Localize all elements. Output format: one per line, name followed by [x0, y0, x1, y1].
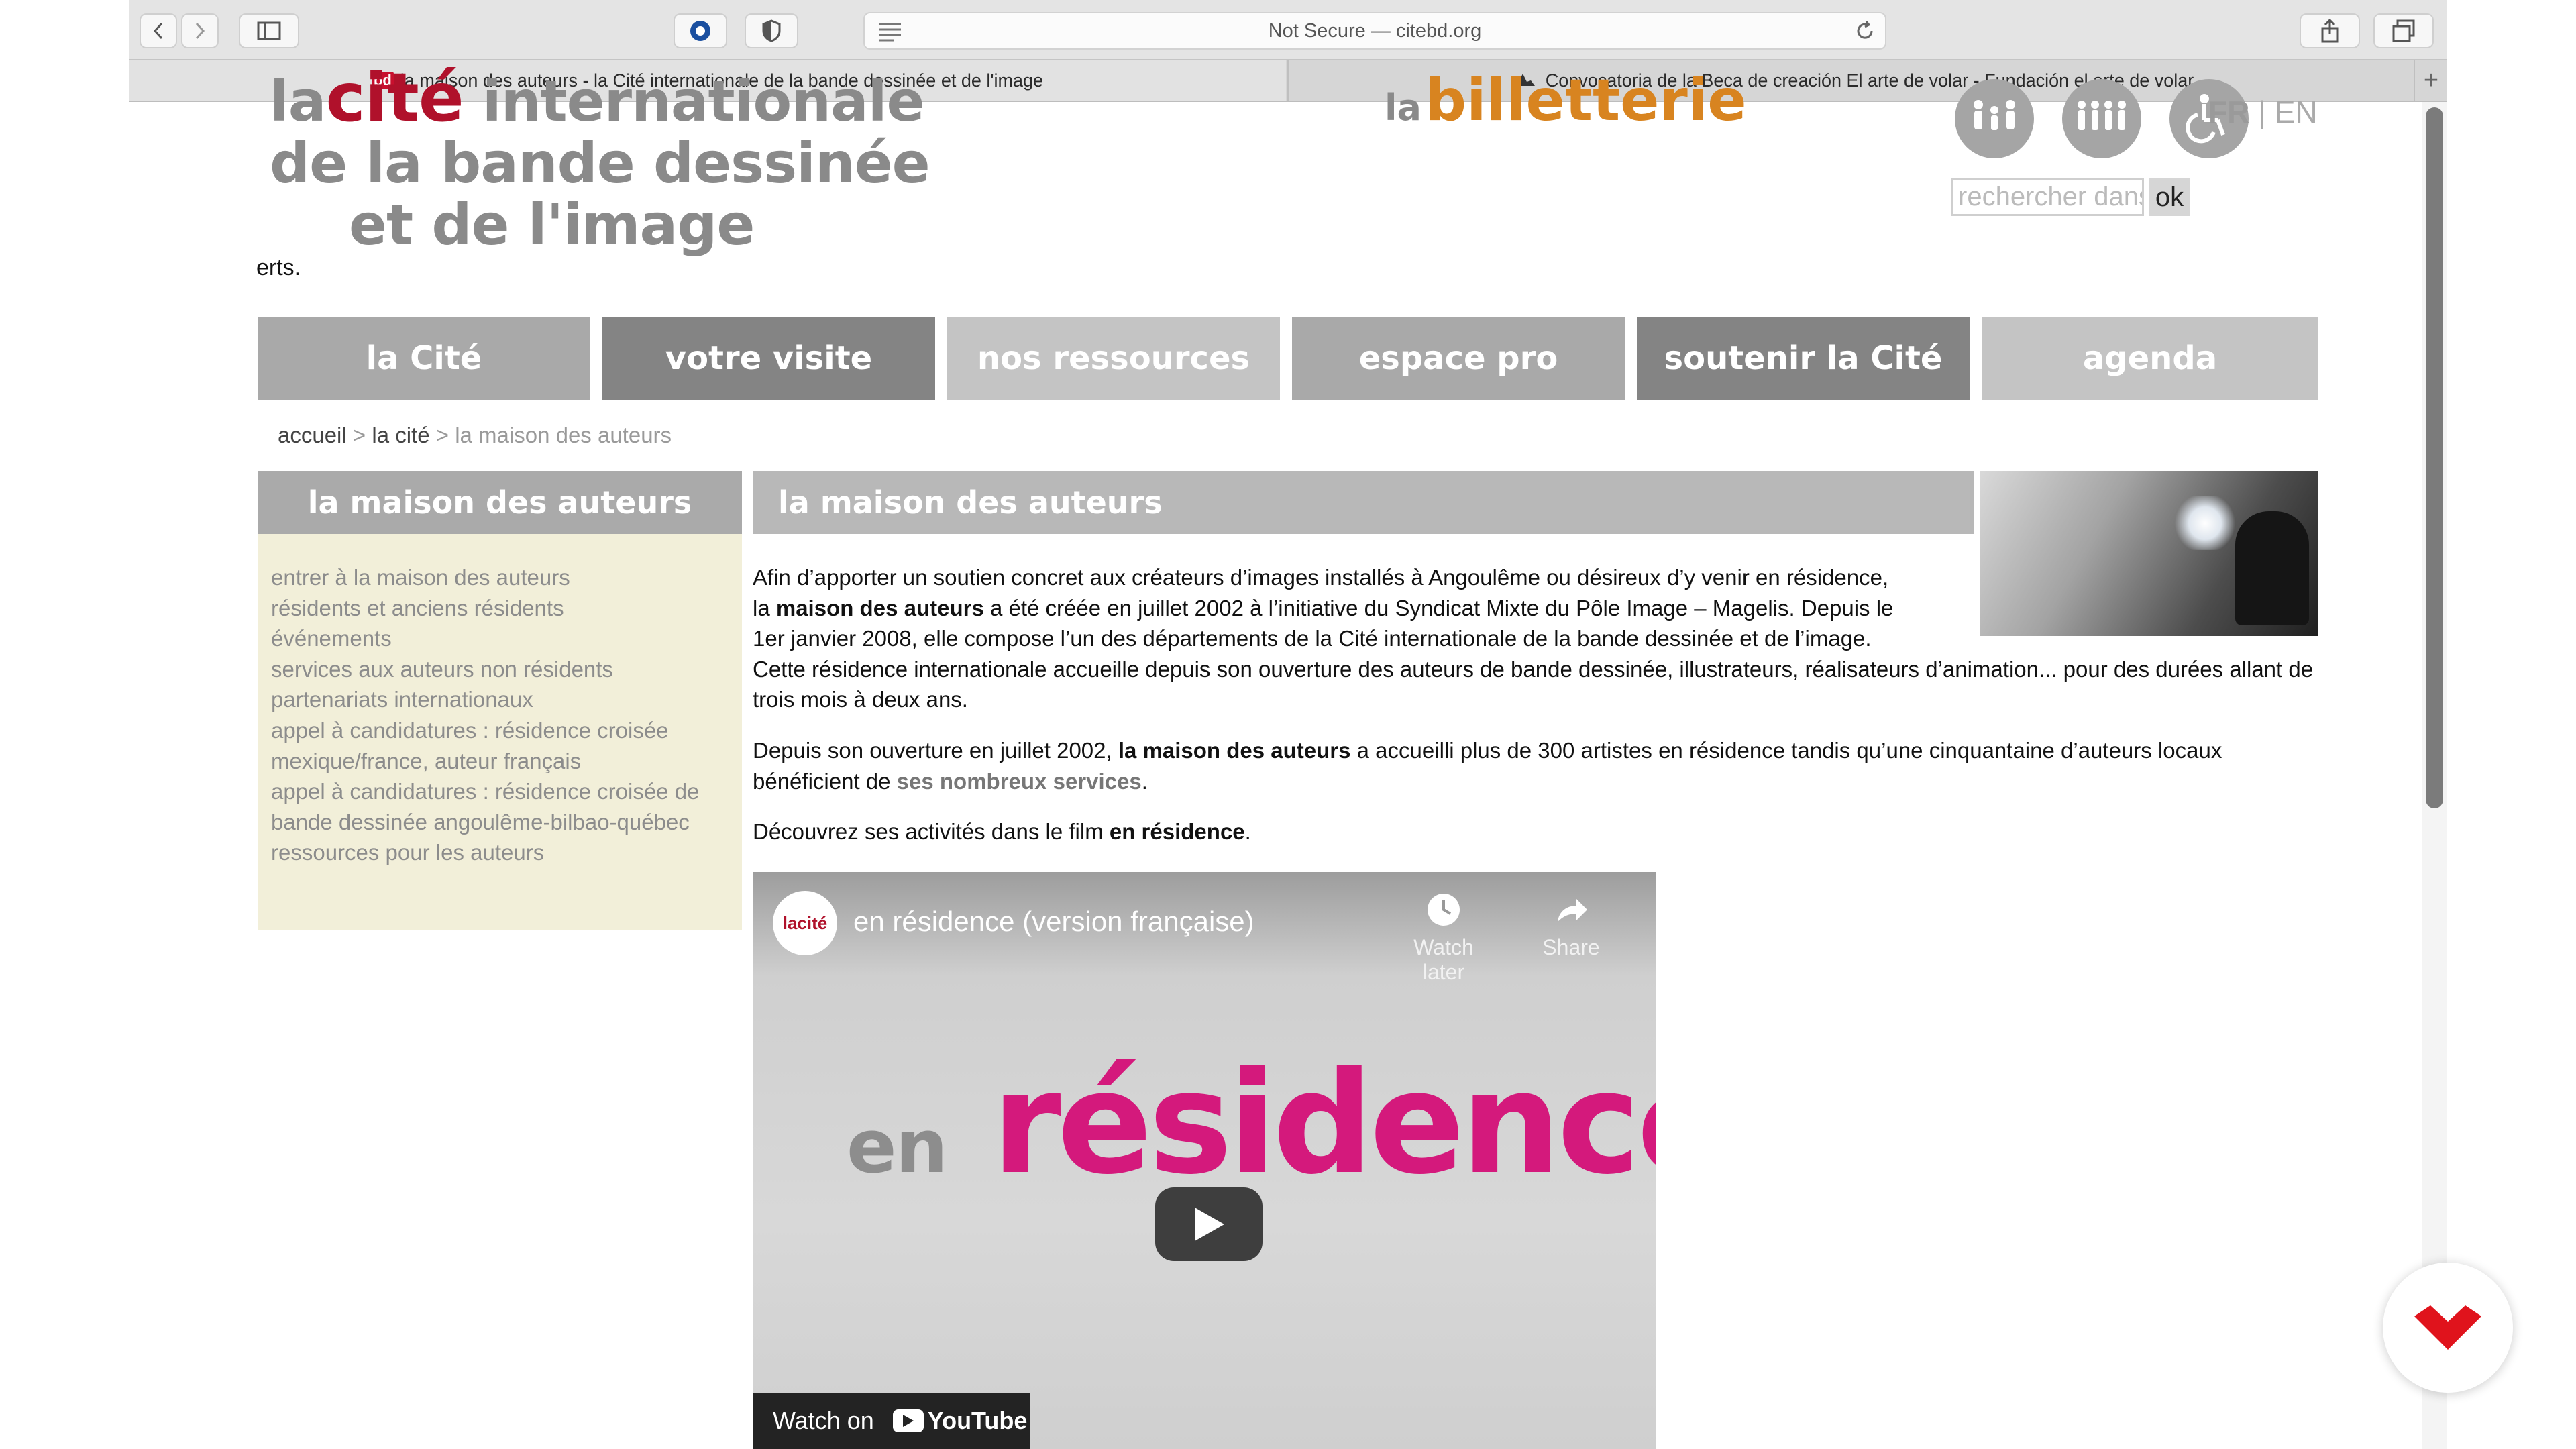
lang-en[interactable]: EN [2275, 95, 2318, 129]
address-text: Not Secure — citebd.org [1268, 20, 1482, 42]
play-icon [1195, 1208, 1224, 1241]
breadcrumb-separator: > [435, 423, 449, 447]
page-title: la maison des auteurs [753, 471, 1974, 534]
share-label: Share [1542, 935, 1600, 959]
watch-later-label: Watch later [1413, 935, 1474, 984]
sidebar-item-evenements[interactable]: événements [271, 623, 742, 654]
watch-later-button[interactable]: Watch later [1397, 891, 1491, 985]
cite-logo[interactable]: lacité internationale de la bande dessin… [270, 64, 981, 258]
billetterie-word: billetterie [1425, 67, 1747, 134]
language-switcher: FR | EN [2208, 94, 2318, 130]
sidebar-icon [257, 21, 281, 40]
sidebar-item-partenariats[interactable]: partenariats internationaux [271, 684, 742, 715]
share-button[interactable] [2300, 13, 2360, 48]
paragraph-2: Depuis son ouverture en juillet 2002, la… [753, 737, 2222, 794]
new-tab-button[interactable]: + [2414, 60, 2447, 101]
breadcrumb-section[interactable]: la cité [372, 423, 429, 447]
sidebar-item-entrer[interactable]: entrer à la maison des auteurs [271, 562, 742, 593]
family-icon[interactable] [1955, 79, 2034, 158]
nav-la-cite[interactable]: la Cité [258, 317, 590, 400]
onepassword-icon [690, 21, 710, 41]
sidebar-toggle-button[interactable] [239, 13, 299, 48]
sidebar-item-residents[interactable]: résidents et anciens résidents [271, 593, 742, 624]
sidebar-item-appel-bilbao-cont[interactable]: bande dessinée angoulême-bilbao-québec [271, 807, 742, 838]
nav-votre-visite[interactable]: votre visite [602, 317, 935, 400]
breadcrumb-home[interactable]: accueil [278, 423, 347, 447]
reload-icon[interactable] [1854, 20, 1876, 45]
play-button[interactable] [1155, 1187, 1263, 1261]
search-ok-button[interactable]: ok [2149, 178, 2190, 216]
lang-fr[interactable]: FR [2208, 95, 2249, 129]
youtube-embed[interactable]: lacité en résidence (version française) … [753, 872, 1656, 1449]
youtube-play-icon [892, 1409, 924, 1432]
tab-overview-button[interactable] [2373, 13, 2434, 48]
group-icon[interactable] [2062, 79, 2141, 158]
clock-icon [1428, 894, 1460, 926]
share-arrow-icon [1558, 899, 1587, 922]
chevron-left-icon [153, 22, 163, 40]
lang-separator: | [2258, 95, 2267, 129]
watch-on-label: Watch on [773, 1407, 874, 1434]
nav-soutenir-la-cite[interactable]: soutenir la Cité [1637, 317, 1970, 400]
floating-heart-button[interactable] [2383, 1263, 2513, 1393]
sidebar-item-services[interactable]: services aux auteurs non résidents [271, 654, 742, 685]
video-big-word: résidence [991, 1041, 1656, 1205]
browser-window: Not Secure — citebd.org bd la maison des… [129, 0, 2447, 1449]
breadcrumb-separator: > [352, 423, 366, 447]
privacy-extension-button[interactable] [745, 13, 798, 48]
nav-espace-pro[interactable]: espace pro [1292, 317, 1625, 400]
channel-logo[interactable]: lacité [773, 891, 837, 955]
paragraph-1: Afin d’apporter un soutien concret aux c… [753, 565, 2314, 712]
tabs-icon [2392, 19, 2415, 42]
services-link[interactable]: ses nombreux services [897, 769, 1142, 794]
billetterie-logo[interactable]: la billetterie [1385, 67, 1747, 134]
video-title[interactable]: en résidence (version française) [853, 906, 1254, 938]
scrollbar-thumb[interactable] [2426, 107, 2443, 808]
watch-on-youtube-button[interactable]: Watch on YouTube [753, 1393, 1030, 1449]
sidebar-title: la maison des auteurs [258, 471, 742, 534]
nav-agenda[interactable]: agenda [1982, 317, 2318, 400]
video-big-prefix: en [847, 1104, 948, 1189]
sidebar-item-appel-bilbao[interactable]: appel à candidatures : résidence croisée… [271, 776, 742, 807]
back-button[interactable] [140, 13, 177, 48]
share-video-button[interactable]: Share [1524, 891, 1618, 960]
logo-text-internationale: internationale [482, 68, 925, 134]
logo-text-image: et de l'image [349, 192, 755, 258]
paragraph-3: Découvrez ses activités dans le film en … [753, 819, 1251, 845]
youtube-wordmark: YouTube [927, 1407, 1028, 1434]
nav-nos-ressources[interactable]: nos ressources [947, 317, 1280, 400]
sidebar-menu: entrer à la maison des auteurs résidents… [258, 534, 742, 930]
shield-icon [762, 19, 781, 42]
breadcrumb: accueil > la cité > la maison des auteur… [278, 423, 672, 448]
sidebar-item-ressources[interactable]: ressources pour les auteurs [271, 837, 742, 868]
truncated-text: erts. [256, 255, 301, 280]
billetterie-prefix: la [1385, 87, 1421, 129]
address-bar[interactable]: Not Secure — citebd.org [863, 12, 1886, 50]
main-text: Afin d’apporter un soutien concret aux c… [753, 562, 2316, 867]
search-input[interactable]: rechercher dans le site [1951, 178, 2144, 216]
logo-text-bande-dessinee: de la bande dessinée [270, 130, 930, 196]
sidebar-item-appel-mexique-cont[interactable]: mexique/france, auteur français [271, 746, 742, 777]
lamp-glow [2175, 496, 2235, 550]
forward-button[interactable] [181, 13, 219, 48]
heart-icon [2414, 1305, 2481, 1350]
browser-toolbar: Not Secure — citebd.org [129, 0, 2447, 59]
chevron-right-icon [195, 22, 205, 40]
breadcrumb-current: la maison des auteurs [455, 423, 672, 447]
password-extension-button[interactable] [674, 13, 727, 48]
sidebar-item-appel-mexique[interactable]: appel à candidatures : résidence croisée [271, 715, 742, 746]
logo-text-cite: cité [325, 58, 464, 137]
share-icon [2321, 19, 2339, 43]
logo-text-la: la [270, 68, 326, 134]
